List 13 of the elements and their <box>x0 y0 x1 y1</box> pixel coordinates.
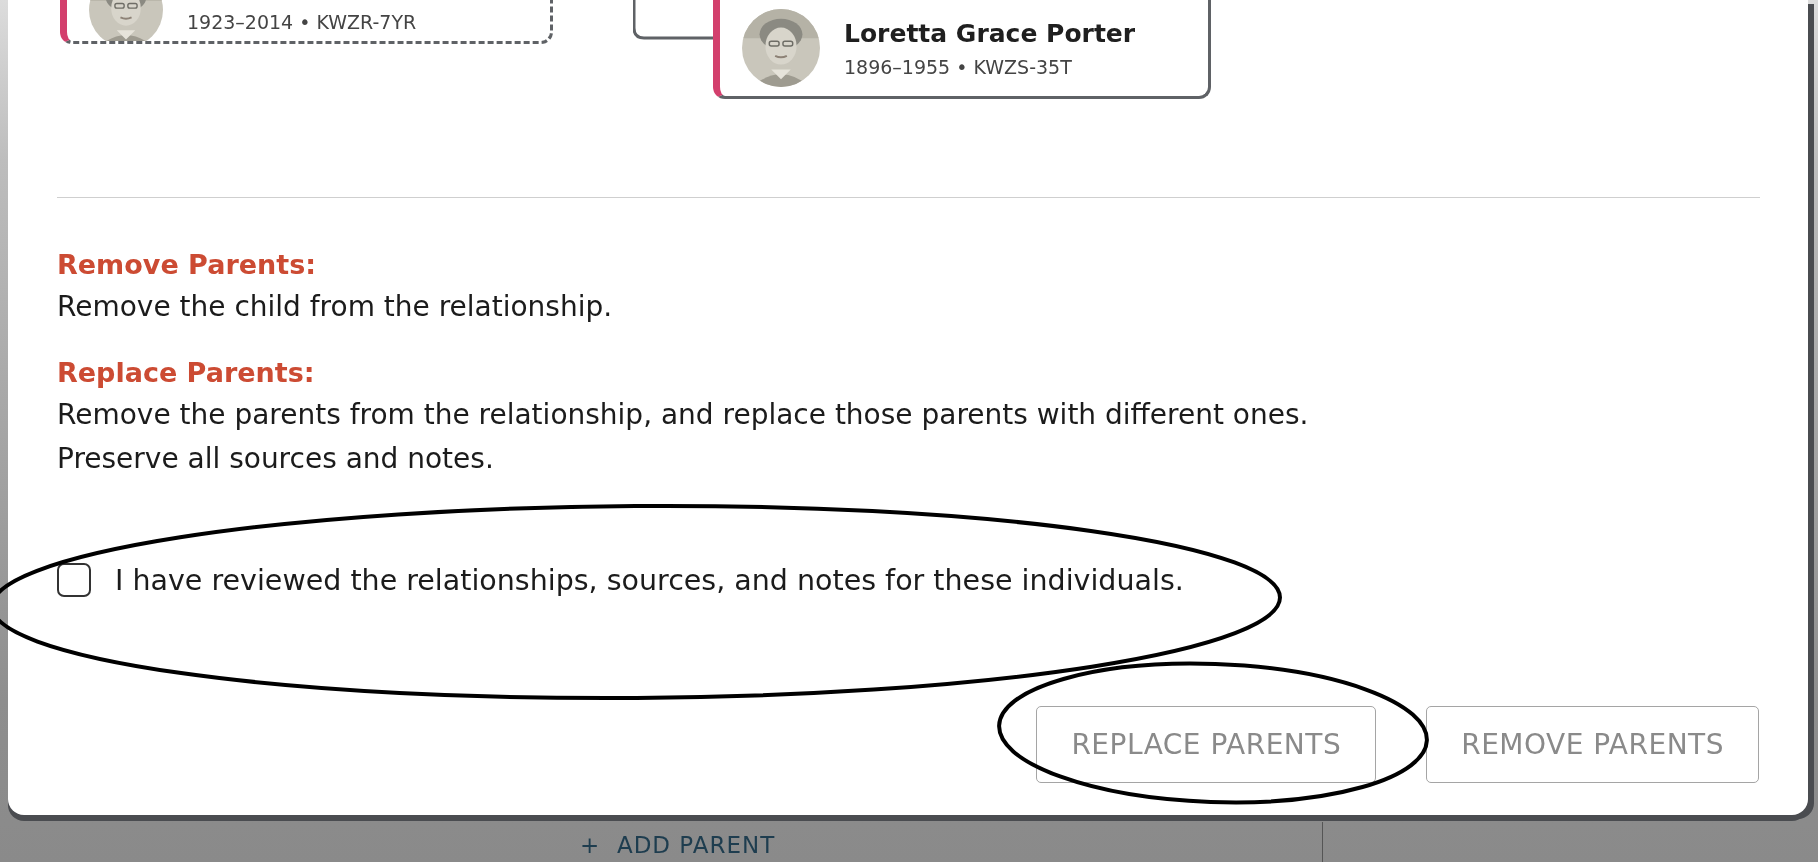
option-title: Remove Parents: <box>57 248 317 282</box>
add-parent-link[interactable]: + ADD PARENT <box>580 832 776 858</box>
option-description: Remove the parents from the relationship, and replace those parents with different ones. <box>57 397 1310 433</box>
person-card[interactable]: Loretta Grace Porter 1896–1955 • KWZS-35T <box>713 0 1211 99</box>
person-lifespan-id: 1923–2014 • KWZR-7YR <box>187 11 417 33</box>
checkbox[interactable] <box>57 563 91 597</box>
person-lifespan-id: 1896–1955 • KWZS-35T <box>844 55 1073 78</box>
person-card[interactable]: 1923–2014 • KWZR-7YR <box>60 0 553 44</box>
checkbox-label: I have reviewed the relationships, sources, and notes for these individuals. <box>115 563 1184 597</box>
option-title: Replace Parents: <box>57 356 316 390</box>
option-description: Remove the child from the relationship. <box>57 289 614 325</box>
person-name: Loretta Grace Porter <box>844 18 1136 48</box>
option-description: Preserve all sources and notes. <box>57 441 495 477</box>
